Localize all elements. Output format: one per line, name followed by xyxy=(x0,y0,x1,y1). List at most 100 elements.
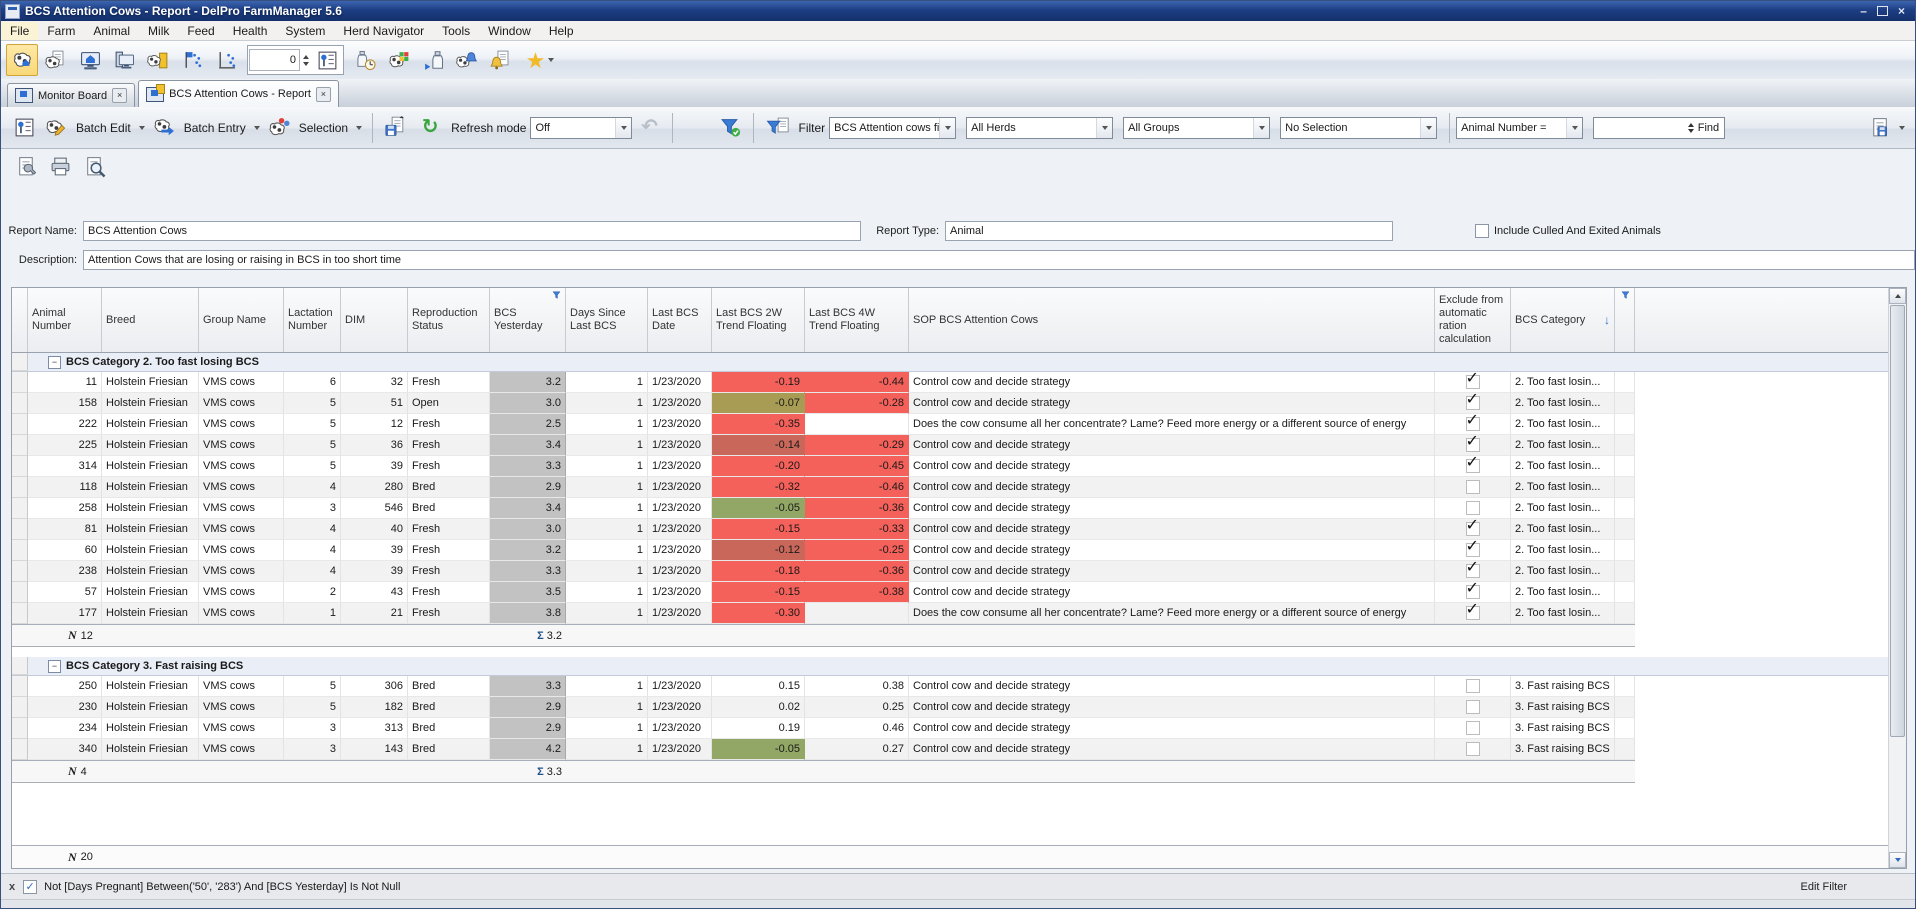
cell-excl[interactable]: ✓ xyxy=(1435,540,1511,561)
menu-animal[interactable]: Animal xyxy=(84,22,139,40)
exclude-checkbox[interactable] xyxy=(1466,700,1480,714)
groups-dropdown[interactable]: All Groups xyxy=(1123,117,1270,139)
scroll-up-icon[interactable] xyxy=(1889,288,1906,304)
save-layout-button[interactable] xyxy=(380,112,412,144)
cow-bell-button[interactable] xyxy=(451,44,483,76)
find-spinner-icon[interactable] xyxy=(1688,123,1694,133)
pin-card-button[interactable] xyxy=(313,47,341,73)
batch-edit-button[interactable]: Batch Edit xyxy=(41,114,149,141)
exclude-checkbox[interactable]: ✓ xyxy=(1466,396,1480,410)
column-header-animal-number[interactable]: Animal Number xyxy=(28,288,102,352)
spinner-arrows[interactable] xyxy=(300,55,312,66)
column-header-group-name[interactable]: Group Name xyxy=(199,288,284,352)
column-header-days-since-last-bcs[interactable]: Days Since Last BCS xyxy=(566,288,648,352)
remove-filter-icon[interactable]: x xyxy=(9,881,15,893)
cell-excl[interactable]: ✓ xyxy=(1435,561,1511,582)
cell-excl[interactable] xyxy=(1435,718,1511,739)
maximize-button[interactable] xyxy=(1877,6,1888,16)
exclude-checkbox[interactable]: ✓ xyxy=(1466,522,1480,536)
cell-excl[interactable]: ✓ xyxy=(1435,582,1511,603)
table-row[interactable]: 314Holstein FriesianVMS cows539Fresh3.31… xyxy=(12,456,1906,477)
favorites-button[interactable]: ★ xyxy=(519,44,561,76)
column-header-breed[interactable]: Breed xyxy=(102,288,199,352)
table-row[interactable]: 222Holstein FriesianVMS cows512Fresh2.51… xyxy=(12,414,1906,435)
bottle-clock-button[interactable] xyxy=(349,44,381,76)
include-culled-checkbox[interactable]: Include Culled And Exited Animals xyxy=(1475,224,1661,238)
cell-excl[interactable] xyxy=(1435,498,1511,519)
undo-button[interactable]: ↶ xyxy=(633,112,665,144)
edit-filter-button[interactable]: Edit Filter xyxy=(1801,881,1907,893)
menu-milk[interactable]: Milk xyxy=(139,22,178,40)
column-filter-icon[interactable] xyxy=(551,290,562,305)
column-header-lactation-number[interactable]: Lactation Number xyxy=(284,288,341,352)
print-preview-button[interactable] xyxy=(78,150,110,182)
menu-help[interactable]: Help xyxy=(540,22,583,40)
table-row[interactable]: 234Holstein FriesianVMS cows3313Bred2.91… xyxy=(12,718,1906,739)
group-header[interactable]: −BCS Category 3. Fast raising BCS xyxy=(12,657,1906,676)
pin-list-button[interactable] xyxy=(8,112,40,144)
table-row[interactable]: 118Holstein FriesianVMS cows4280Bred2.91… xyxy=(12,477,1906,498)
sort-descending-icon[interactable]: ↓ xyxy=(1604,314,1610,327)
exclude-checkbox[interactable] xyxy=(1466,721,1480,735)
cell-excl[interactable] xyxy=(1435,477,1511,498)
computer-button[interactable] xyxy=(108,44,140,76)
bottle-pour-button[interactable] xyxy=(417,44,449,76)
vertical-scrollbar[interactable] xyxy=(1888,288,1906,868)
exclude-checkbox[interactable]: ✓ xyxy=(1466,438,1480,452)
exclude-checkbox[interactable]: ✓ xyxy=(1466,375,1480,389)
exclude-checkbox[interactable] xyxy=(1466,501,1480,515)
column-header-last-bcs-4w-trend-floating[interactable]: Last BCS 4W Trend Floating xyxy=(805,288,909,352)
table-row[interactable]: 177Holstein FriesianVMS cows121Fresh3.81… xyxy=(12,603,1906,624)
filter-dropdown[interactable]: BCS Attention cows filt... xyxy=(829,117,956,139)
exclude-checkbox[interactable] xyxy=(1466,742,1480,756)
menu-window[interactable]: Window xyxy=(479,22,540,40)
cell-excl[interactable] xyxy=(1435,739,1511,760)
exclude-checkbox[interactable]: ✓ xyxy=(1466,417,1480,431)
column-header-reproduction-status[interactable]: Reproduction Status xyxy=(408,288,490,352)
print-button[interactable] xyxy=(44,150,76,182)
exclude-checkbox[interactable] xyxy=(1466,679,1480,693)
menu-file[interactable]: File xyxy=(1,22,38,40)
cell-excl[interactable]: ✓ xyxy=(1435,435,1511,456)
table-row[interactable]: 60Holstein FriesianVMS cows439Fresh3.211… xyxy=(12,540,1906,561)
filter-page-button[interactable] xyxy=(761,112,793,144)
table-row[interactable]: 238Holstein FriesianVMS cows439Fresh3.31… xyxy=(12,561,1906,582)
refresh-mode-dropdown[interactable]: Off xyxy=(530,117,632,139)
minimize-button[interactable]: – xyxy=(1860,5,1867,17)
table-row[interactable]: 230Holstein FriesianVMS cows5182Bred2.91… xyxy=(12,697,1906,718)
collapse-toggle-icon[interactable]: − xyxy=(48,660,61,673)
cell-excl[interactable]: ✓ xyxy=(1435,519,1511,540)
table-row[interactable]: 81Holstein FriesianVMS cows440Fresh3.011… xyxy=(12,519,1906,540)
menu-tools[interactable]: Tools xyxy=(433,22,479,40)
herds-dropdown[interactable]: All Herds xyxy=(966,117,1113,139)
table-row[interactable]: 11Holstein FriesianVMS cows632Fresh3.211… xyxy=(12,372,1906,393)
cell-excl[interactable]: ✓ xyxy=(1435,393,1511,414)
column-header-exclude-from-automatic-ration-calculation[interactable]: Exclude from automatic ration calculatio… xyxy=(1435,288,1511,352)
selection-button[interactable]: Selection xyxy=(264,114,366,141)
animal-number-spinner[interactable]: 0 xyxy=(249,49,300,71)
monitor-home-button[interactable] xyxy=(74,44,106,76)
report-type-input[interactable]: Animal xyxy=(945,221,1393,241)
cell-excl[interactable]: ✓ xyxy=(1435,414,1511,435)
table-row[interactable]: 250Holstein FriesianVMS cows5306Bred3.31… xyxy=(12,676,1906,697)
menu-system[interactable]: System xyxy=(276,22,334,40)
column-header-bcs-category[interactable]: BCS Category↓ xyxy=(1511,288,1615,352)
cell-excl[interactable]: ✓ xyxy=(1435,372,1511,393)
exclude-checkbox[interactable] xyxy=(1466,480,1480,494)
scatter-flag-button[interactable] xyxy=(176,44,208,76)
group-header[interactable]: −BCS Category 2. Too fast losing BCS xyxy=(12,353,1906,372)
column-header-last-bcs-2w-trend-floating[interactable]: Last BCS 2W Trend Floating xyxy=(712,288,805,352)
table-row[interactable]: 57Holstein FriesianVMS cows243Fresh3.511… xyxy=(12,582,1906,603)
cell-excl[interactable]: ✓ xyxy=(1435,456,1511,477)
exclude-checkbox[interactable]: ✓ xyxy=(1466,606,1480,620)
tab-bcs-report-close-icon[interactable]: × xyxy=(316,87,331,102)
table-row[interactable]: 258Holstein FriesianVMS cows3546Bred3.41… xyxy=(12,498,1906,519)
collapse-toggle-icon[interactable]: − xyxy=(48,356,61,369)
report-name-input[interactable]: BCS Attention Cows xyxy=(83,221,861,241)
batch-entry-button[interactable]: Batch Entry xyxy=(149,114,264,141)
description-input[interactable]: Attention Cows that are losing or raisin… xyxy=(83,250,1915,270)
column-header-sop-bcs-attention-cows[interactable]: SOP BCS Attention Cows xyxy=(909,288,1435,352)
column-header-last-bcs-date[interactable]: Last BCS Date xyxy=(648,288,712,352)
scroll-down-icon[interactable] xyxy=(1889,852,1906,868)
cell-excl[interactable]: ✓ xyxy=(1435,603,1511,624)
